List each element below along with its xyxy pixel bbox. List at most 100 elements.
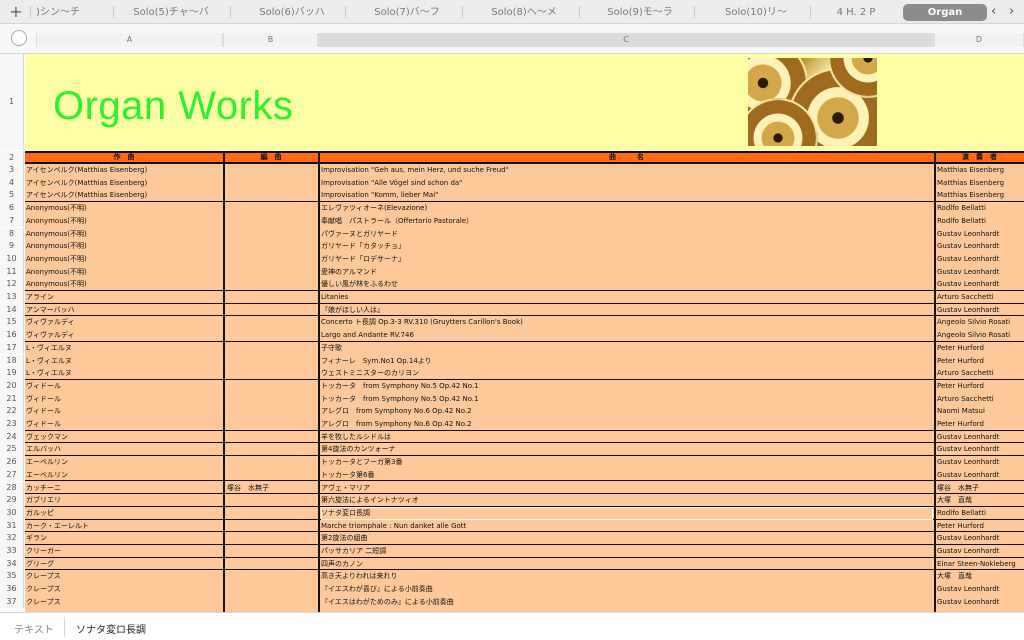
composer-cell[interactable]: アイセンベルク(Matthias Eisenberg) [26, 189, 222, 202]
arranger-cell[interactable] [227, 583, 317, 596]
composer-cell[interactable]: ヴィドール [26, 393, 222, 406]
arranger-cell[interactable] [227, 278, 317, 291]
performer-cell[interactable]: Peter Hurford [937, 355, 1024, 368]
title-cell[interactable]: Organ Works [25, 54, 1024, 150]
row-number[interactable]: 19 [0, 367, 24, 380]
row-number[interactable]: 36 [0, 583, 24, 596]
row-number[interactable]: 3 [0, 164, 24, 177]
row-number[interactable]: 22 [0, 405, 24, 418]
piece-cell[interactable]: Largo and Andante RV.746 [321, 329, 933, 342]
arranger-cell[interactable] [227, 355, 317, 368]
performer-cell[interactable]: Angeolo Silvio Rosati [937, 329, 1024, 342]
chevron-right-icon[interactable]: › [1009, 3, 1014, 21]
composer-cell[interactable]: Anonymous(不明) [26, 278, 222, 291]
composer-cell[interactable]: L・ヴィエルヌ [26, 342, 222, 355]
piece-cell[interactable]: Improvisation "Geh aus, mein Herz, und s… [321, 164, 933, 177]
piece-cell[interactable]: ウェストミニスターのカリヨン [321, 367, 933, 380]
composer-cell[interactable]: カーク・エーレルト [26, 520, 222, 533]
performer-cell[interactable]: Gustav Leonhardt [937, 596, 1024, 609]
arranger-cell[interactable] [227, 304, 317, 317]
row-number[interactable]: 29 [0, 494, 24, 507]
piece-cell[interactable]: アヴェ・マリア [321, 482, 933, 495]
piece-cell[interactable]: ソナタ変ロ長調 [321, 506, 933, 520]
arranger-cell[interactable] [227, 596, 317, 609]
performer-cell[interactable]: 塚谷 水無子 [937, 482, 1024, 495]
performer-cell[interactable]: Arturo Sacchetti [937, 393, 1024, 406]
composer-cell[interactable]: クレープス [26, 596, 222, 609]
row-number[interactable]: 11 [0, 265, 24, 279]
piece-cell[interactable]: Improvisation "Alle Vögel sind schon da" [321, 177, 933, 190]
tab-sheet-1[interactable]: )シン〜チ [33, 4, 83, 21]
piece-cell[interactable]: 第六旋法によるイントナツィオ [321, 494, 933, 507]
performer-cell[interactable]: Gustav Leonhardt [937, 304, 1024, 317]
tab-sheet-6[interactable]: Solo(9)モ〜ラ [582, 4, 698, 21]
composer-cell[interactable]: ギラン [26, 532, 222, 545]
tab-sheet-3[interactable]: Solo(6)バッハ [234, 4, 350, 21]
composer-cell[interactable]: Anonymous(不明) [26, 228, 222, 241]
performer-cell[interactable]: Peter Hurford [937, 342, 1024, 355]
composer-cell[interactable]: アイセンベルク(Matthias Eisenberg) [26, 164, 222, 177]
performer-cell[interactable]: 大塚 直哉 [937, 494, 1024, 507]
arranger-cell[interactable] [227, 202, 317, 215]
row-number[interactable]: 18 [0, 354, 24, 368]
performer-cell[interactable]: Gustav Leonhardt [937, 583, 1024, 596]
row-number[interactable]: 26 [0, 456, 24, 469]
composer-cell[interactable]: アンマーバッハ [26, 304, 222, 317]
piece-cell[interactable]: 子守歌 [321, 342, 933, 355]
piece-cell[interactable]: フィナーレ Sym.No1 Op.14より [321, 355, 933, 368]
piece-cell[interactable]: 優しい風が林をふるわせ [321, 278, 933, 291]
performer-cell[interactable]: Peter Hurford [937, 418, 1024, 431]
piece-cell[interactable]: Improvisation "Komm, lieber Mai" [321, 189, 933, 202]
arranger-cell[interactable] [227, 443, 317, 456]
performer-cell[interactable]: Gustav Leonhardt [937, 431, 1024, 444]
arranger-cell[interactable] [227, 418, 317, 431]
performer-cell[interactable]: Peter Hurford [937, 380, 1024, 393]
row-number[interactable]: 35 [0, 570, 24, 584]
row-number[interactable]: 32 [0, 532, 24, 545]
composer-cell[interactable]: アライン [26, 291, 222, 304]
composer-cell[interactable]: クリーガー [26, 545, 222, 558]
row-number[interactable]: 28 [0, 481, 24, 495]
row-number[interactable]: 15 [0, 316, 24, 330]
row-number[interactable]: 5 [0, 189, 24, 203]
piece-cell[interactable]: アレグロ from Symphony No.6 Op.42 No.2 [321, 405, 933, 418]
arranger-cell[interactable] [227, 228, 317, 241]
row-number[interactable]: 7 [0, 214, 24, 228]
piece-cell[interactable]: Litanies [321, 291, 933, 304]
row-number[interactable]: 1 [0, 54, 24, 150]
performer-cell[interactable]: 大塚 直哉 [937, 570, 1024, 583]
composer-cell[interactable]: エルバッハ [26, 443, 222, 456]
composer-cell[interactable]: ヴェックマン [26, 431, 222, 444]
composer-cell[interactable]: エーベルリン [26, 469, 222, 482]
chevron-left-icon[interactable]: ‹ [991, 3, 996, 21]
performer-cell[interactable]: Gustav Leonhardt [937, 240, 1024, 253]
column-c-header[interactable]: C [318, 33, 934, 47]
performer-cell[interactable]: Peter Hurford [937, 520, 1024, 533]
row-number[interactable]: 33 [0, 545, 24, 558]
arranger-cell[interactable] [227, 291, 317, 304]
row-number[interactable]: 9 [0, 240, 24, 253]
arranger-cell[interactable] [227, 532, 317, 545]
performer-cell[interactable]: Gustav Leonhardt [937, 443, 1024, 456]
piece-cell[interactable]: アレグロ from Symphony No.6 Op.42 No.2 [321, 418, 933, 431]
performer-cell[interactable]: Matthias Eisenberg [937, 189, 1024, 202]
performer-cell[interactable]: Rodlfo Bellatti [937, 202, 1024, 215]
composer-cell[interactable]: ヴィドール [26, 418, 222, 431]
performer-cell[interactable]: Gustav Leonhardt [937, 253, 1024, 266]
piece-cell[interactable]: トッカータ from Symphony No.5 Op.42 No.1 [321, 393, 933, 406]
row-number[interactable]: 2 [0, 151, 24, 164]
row-number[interactable]: 16 [0, 329, 24, 342]
row-number[interactable]: 12 [0, 278, 24, 291]
composer-cell[interactable]: エーベルリン [26, 456, 222, 469]
piece-cell[interactable]: 奉献唱 パストラール（Offertorio Pastorale） [321, 215, 933, 228]
performer-cell[interactable]: Rodlfo Bellatti [937, 507, 1024, 520]
cell-value-field[interactable]: ソナタ変ロ長調 [76, 621, 146, 636]
arranger-cell[interactable] [227, 215, 317, 228]
arranger-cell[interactable]: 塚谷 水無子 [227, 482, 317, 495]
composer-cell[interactable]: クレープス [26, 583, 222, 596]
row-number[interactable]: 14 [0, 303, 24, 317]
row-number[interactable]: 8 [0, 227, 24, 241]
column-b-header[interactable]: B [223, 33, 318, 47]
composer-cell[interactable]: カッチーニ [26, 482, 222, 495]
piece-cell[interactable]: 高き天よりわれは来れり [321, 570, 933, 583]
